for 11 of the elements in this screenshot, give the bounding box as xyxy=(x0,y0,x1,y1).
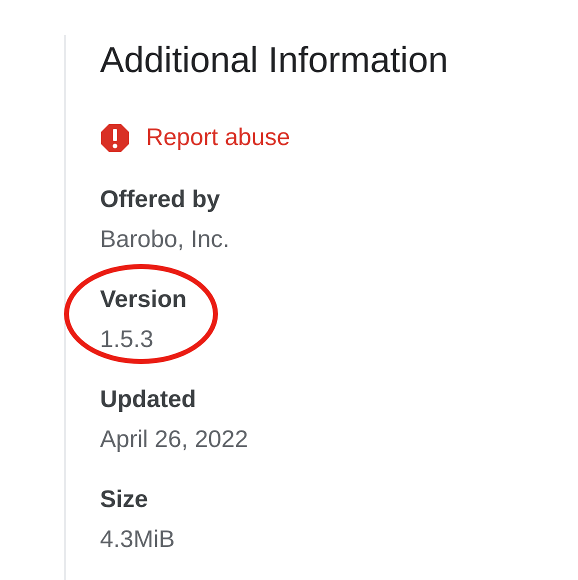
detail-value: 1.5.3 xyxy=(100,325,154,355)
detail-label: Updated xyxy=(100,385,197,415)
report-abuse-link[interactable]: Report abuse xyxy=(146,122,290,154)
detail-value: Barobo, Inc. xyxy=(100,225,230,255)
alert-icon xyxy=(100,123,130,153)
detail-value: 4.3MiB xyxy=(100,525,175,555)
detail-label: Version xyxy=(100,285,187,315)
detail-label: Size xyxy=(100,485,150,515)
detail-label: Offered by xyxy=(100,185,222,215)
section-title: Additional Information xyxy=(100,38,450,82)
detail-value: April 26, 2022 xyxy=(100,425,248,455)
